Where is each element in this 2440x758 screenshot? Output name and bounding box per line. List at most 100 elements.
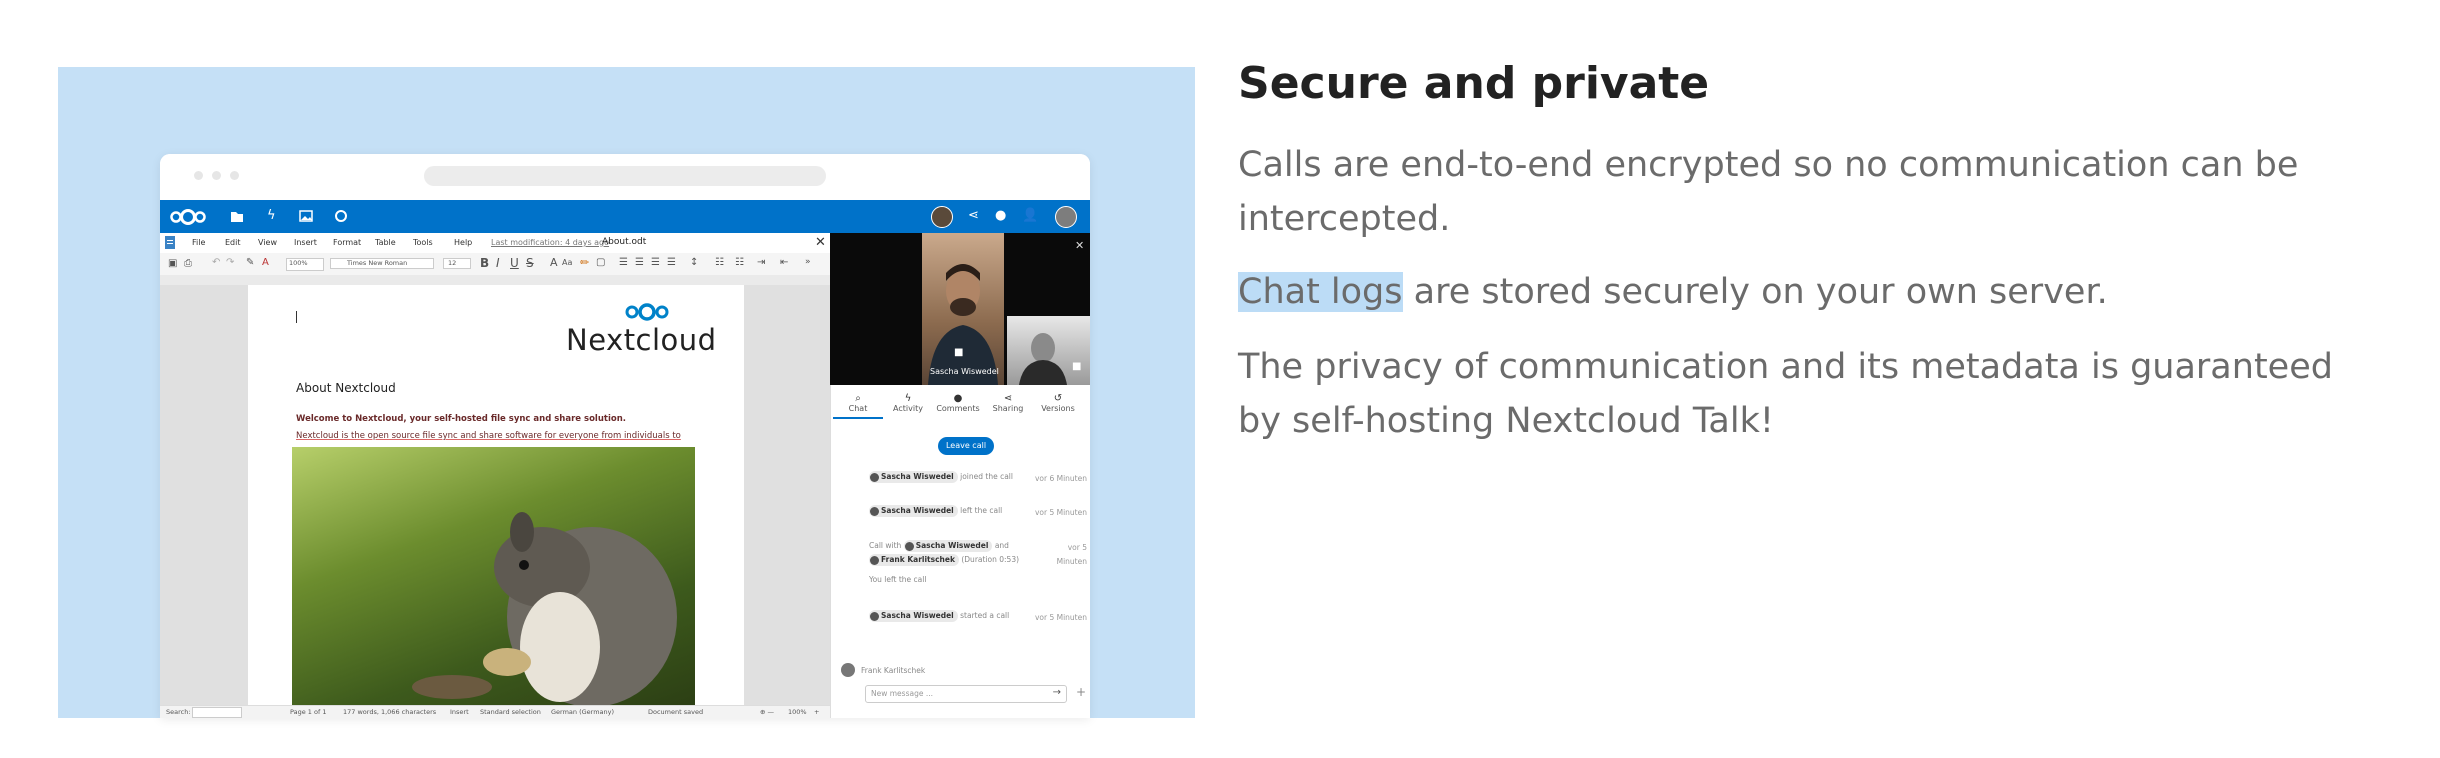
gallery-icon[interactable] (299, 210, 313, 222)
print-icon[interactable]: ⎙ (184, 258, 192, 269)
video-close-icon[interactable]: ✕ (1075, 239, 1084, 252)
search-label: Search: (166, 708, 191, 716)
line-spacing-icon[interactable]: ↕ (690, 257, 698, 268)
italic-icon[interactable]: I (496, 256, 500, 270)
menu-insert[interactable]: Insert (294, 238, 317, 247)
comment-icon: ● (953, 393, 963, 404)
share-icon[interactable]: ⋖ (968, 208, 979, 223)
chat-message: Sascha Wiswedel joined the call (869, 471, 1013, 483)
window-dot (230, 171, 239, 180)
tab-comments[interactable]: ● Comments (933, 393, 983, 413)
camera-icon: ■ (954, 347, 964, 358)
doc-logo-text: Nextcloud (566, 323, 717, 357)
align-center-icon[interactable]: ☰ (635, 257, 644, 268)
page-count: Page 1 of 1 (290, 708, 327, 716)
zoom-select[interactable]: 100% (286, 258, 324, 271)
address-bar[interactable] (424, 166, 826, 186)
menu-edit[interactable]: Edit (225, 238, 241, 247)
new-message-input[interactable]: New message ... → (865, 685, 1067, 703)
text-size-icon[interactable]: Aa (562, 258, 572, 267)
close-icon[interactable]: ✕ (815, 235, 826, 250)
call-summary: Call with Sascha Wiswedel and (869, 540, 1009, 552)
bold-icon[interactable]: B (480, 256, 489, 270)
call-duration: (Duration 0:53) (961, 555, 1020, 564)
font-name-select[interactable]: Times New Roman (330, 258, 434, 269)
numbered-list-icon[interactable]: ☷ (735, 257, 744, 268)
activity-icon[interactable]: ϟ (267, 208, 276, 223)
menu-tools[interactable]: Tools (413, 238, 433, 247)
editor-toolbar: ▣ ⎙ ↶ ↷ ✎ A 100% Times New Roman 12 B I … (160, 253, 830, 276)
strikethrough-icon[interactable]: S (526, 256, 534, 270)
paragraph-encryption: Calls are end-to-end encrypted so no com… (1238, 145, 2299, 239)
tab-versions[interactable]: ↺ Versions (1033, 393, 1083, 413)
document-page[interactable]: Nextcloud About Nextcloud Welcome to Nex… (248, 285, 744, 705)
indent-icon[interactable]: ⇥ (757, 257, 765, 268)
browser-chrome (160, 154, 1090, 200)
save-icon[interactable]: ▣ (168, 258, 177, 269)
squirrel-photo (292, 447, 695, 705)
contacts-icon[interactable]: 👤 (1022, 208, 1038, 223)
user-avatar[interactable] (1055, 206, 1077, 228)
more-icon[interactable]: » (805, 257, 811, 267)
menu-table[interactable]: Table (375, 238, 396, 247)
menu-help[interactable]: Help (454, 238, 472, 247)
user-chip[interactable]: Sascha Wiswedel (869, 610, 958, 622)
tab-sharing-label: Sharing (992, 404, 1024, 413)
underline-icon[interactable]: U (510, 256, 519, 270)
user-chip[interactable]: Sascha Wiswedel (869, 471, 958, 483)
user-chip[interactable]: Sascha Wiswedel (903, 540, 993, 552)
nextcloud-doc-logo-icon (625, 303, 669, 321)
tab-chat-label: Chat (848, 404, 868, 413)
undo-icon[interactable]: ↶ (212, 257, 220, 268)
align-left-icon[interactable]: ☰ (619, 257, 628, 268)
call-avatar[interactable] (931, 206, 953, 228)
self-camera-icon[interactable]: ■ (1072, 361, 1081, 372)
paragraph-privacy: The privacy of communication and its met… (1238, 347, 2333, 441)
tab-sharing[interactable]: ⋖ Sharing (983, 393, 1033, 413)
menu-format[interactable]: Format (333, 238, 361, 247)
document-filename[interactable]: About.odt (602, 237, 646, 247)
self-video: ■ (1007, 316, 1090, 385)
align-right-icon[interactable]: ☰ (651, 257, 660, 268)
menu-view[interactable]: View (258, 238, 277, 247)
highlighted-text: Chat logs (1238, 272, 1403, 312)
menu-file[interactable]: File (192, 238, 205, 247)
user-chip[interactable]: Sascha Wiswedel (869, 505, 958, 517)
highlight-icon[interactable]: ✏ (580, 256, 589, 269)
add-attachment-icon[interactable]: + (1076, 685, 1086, 699)
zoom-in-out-icon[interactable]: ⊕ — (760, 708, 774, 716)
message-time: vor 5 (1067, 543, 1087, 552)
message-time: vor 5 Minuten (1034, 613, 1087, 622)
talk-icon[interactable] (334, 209, 348, 223)
tab-activity-label: Activity (893, 404, 923, 413)
border-icon[interactable]: ▢ (596, 257, 605, 268)
bullet-list-icon[interactable]: ☷ (715, 257, 724, 268)
nextcloud-header: ϟ ⋖ ● 👤 (160, 200, 1090, 233)
statusbar-zoom: 100% (788, 708, 807, 716)
doc-body-line: Nextcloud is the open source file sync a… (296, 431, 681, 441)
files-folder-icon[interactable] (230, 209, 244, 223)
tab-chat[interactable]: ⌕ Chat (833, 393, 883, 419)
search-input[interactable] (192, 707, 242, 718)
send-icon[interactable]: → (1053, 687, 1061, 698)
call-summary-prefix: Call with (869, 541, 902, 550)
tab-versions-label: Versions (1041, 404, 1075, 413)
document-icon (165, 236, 175, 249)
brush-icon[interactable]: ✎ (246, 257, 254, 268)
call-summary-and: and (994, 541, 1009, 550)
font-size-select[interactable]: 12 (443, 258, 471, 269)
last-modification[interactable]: Last modification: 4 days ago (491, 238, 609, 247)
font-color-icon[interactable]: A (550, 256, 558, 269)
justify-icon[interactable]: ☰ (667, 257, 676, 268)
plus-icon[interactable]: + (814, 708, 819, 716)
notifications-icon[interactable]: ● (995, 208, 1006, 223)
redo-icon[interactable]: ↷ (226, 257, 234, 268)
leave-call-button[interactable]: Leave call (938, 437, 994, 455)
user-chip[interactable]: Frank Karlitschek (869, 554, 959, 566)
window-dot (194, 171, 203, 180)
nextcloud-logo-icon[interactable] (168, 207, 208, 227)
outdent-icon[interactable]: ⇤ (780, 257, 788, 268)
activity-icon: ϟ (904, 393, 912, 404)
tab-activity[interactable]: ϟ Activity (883, 393, 933, 413)
clear-format-icon[interactable]: A (262, 257, 269, 268)
